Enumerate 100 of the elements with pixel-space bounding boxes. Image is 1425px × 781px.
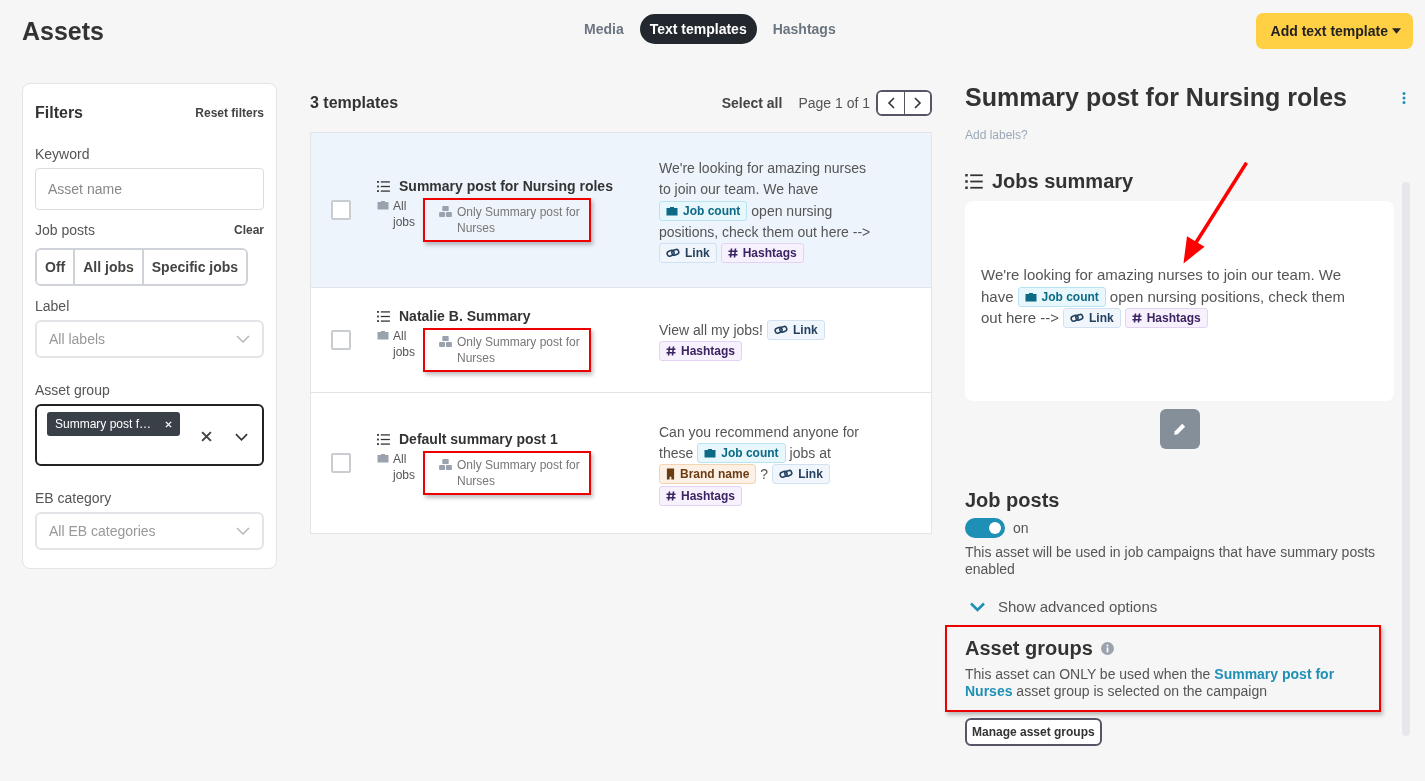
- row-checkbox[interactable]: [331, 330, 351, 350]
- preview-text: out here -->: [981, 307, 1059, 328]
- tab[interactable]: Media: [574, 14, 634, 44]
- chevron-down-icon[interactable]: [235, 433, 248, 441]
- clear-icon[interactable]: [201, 431, 212, 442]
- preview-text: Can you recommend anyone for: [659, 422, 859, 442]
- clear-link[interactable]: Clear: [233, 223, 264, 237]
- link-icon: [779, 469, 794, 480]
- preview-text: jobs at: [789, 444, 831, 463]
- list-icon: [377, 180, 390, 192]
- template-title: Default summary post 1: [399, 431, 558, 447]
- section-title: Jobs summary: [992, 170, 1134, 193]
- filters-title: Filters: [35, 104, 83, 122]
- previous-page-button[interactable]: [878, 92, 904, 114]
- tab[interactable]: Text templates: [639, 14, 757, 44]
- chevron-down-icon: [236, 335, 250, 343]
- briefcase-icon: [666, 205, 678, 216]
- remove-icon[interactable]: [165, 420, 173, 428]
- preview-text: positions, check them out here -->: [659, 222, 871, 242]
- section-title: Job posts: [965, 489, 1061, 512]
- page-title: Assets: [22, 16, 104, 46]
- preview-text: We're looking for amazing nurses to join our team. We: [981, 265, 1341, 286]
- brand-name-token: Brand name: [659, 464, 757, 485]
- hashtags-token: Hashtags: [659, 485, 743, 506]
- info-icon[interactable]: [1100, 642, 1114, 655]
- link-token: Link: [1062, 307, 1121, 328]
- hashtags-token: Hashtags: [659, 341, 743, 362]
- list-icon: [965, 174, 983, 189]
- select-all-link[interactable]: Select all: [721, 95, 783, 111]
- chevron-left-icon: [887, 97, 895, 109]
- hashtags-token: Hashtags: [1124, 307, 1208, 328]
- edit-button[interactable]: [1159, 409, 1200, 449]
- asset-groups-description: This asset can ONLY be used when the Summary post for Nurses asset group is selected on the campaign: [965, 666, 1336, 700]
- preview-text: these: [659, 444, 694, 463]
- template-row[interactable]: Summary post for Nursing roles All jobs Only Summary post for Nurses We're looking for amazing nurses to join our team. We have Job count open nursing positions, check them out here --> Link Hashtags: [311, 133, 931, 287]
- cubes-icon: [439, 336, 452, 347]
- preview-text: have: [981, 286, 1014, 307]
- selected-chip[interactable]: Summary post f…: [47, 412, 181, 436]
- jobs-scope: All jobs: [393, 328, 416, 360]
- asset-group-select[interactable]: Summary post f…: [35, 404, 264, 466]
- link-icon: [1069, 312, 1084, 323]
- briefcase-icon: [377, 200, 389, 210]
- briefcase-icon: [377, 330, 389, 340]
- list-icon: [377, 310, 390, 322]
- link-icon: [666, 248, 680, 259]
- link-token: Link: [767, 320, 825, 340]
- add-text-template-button[interactable]: Add text template: [1255, 13, 1413, 49]
- next-page-button[interactable]: [904, 92, 930, 114]
- caret-icon: [1392, 28, 1401, 34]
- preview-text: View all my jobs!: [659, 321, 763, 340]
- field-label: Label: [35, 298, 71, 314]
- preview-text: We're looking for amazing nurses: [659, 159, 867, 179]
- asset-group-label: Only Summary post for Nurses: [457, 204, 581, 236]
- field-label: Asset group: [35, 382, 111, 398]
- hashtags-token: Hashtags: [720, 243, 804, 264]
- preview-text: open nursing: [751, 201, 833, 221]
- link-token: Link: [772, 464, 830, 485]
- cubes-icon: [439, 459, 452, 470]
- tab[interactable]: Hashtags: [762, 14, 846, 44]
- cubes-icon: [439, 206, 452, 217]
- toggle-state: on: [1013, 520, 1029, 536]
- preview-text: ?: [760, 465, 769, 485]
- keyword-field[interactable]: Asset name: [35, 168, 264, 210]
- row-checkbox[interactable]: [331, 200, 351, 220]
- show-advanced-options-button[interactable]: Show advanced options: [965, 598, 1158, 615]
- link-token: Link: [659, 243, 717, 264]
- segment-button[interactable]: Off: [37, 250, 76, 284]
- field-label: Keyword: [35, 146, 91, 162]
- briefcase-icon: [377, 453, 389, 463]
- briefcase-icon: [704, 448, 717, 458]
- template-row[interactable]: Natalie B. Summary All jobs Only Summary post for Nurses View all my jobs! Link Hashtags: [311, 287, 931, 392]
- template-row[interactable]: Default summary post 1 All jobs Only Summary post for Nurses Can you recommend anyone for these Job count jobs at Brand name ? Link Hashtags: [311, 392, 931, 533]
- hash-icon: [1131, 312, 1142, 323]
- template-title: Natalie B. Summary: [399, 308, 531, 324]
- reset-filters-link[interactable]: Reset filters: [195, 106, 264, 120]
- manage-asset-groups-button[interactable]: Manage asset groups: [965, 718, 1102, 746]
- pencil-icon: [1172, 422, 1187, 436]
- jobs-scope: All jobs: [393, 198, 416, 230]
- chevron-down-icon: [969, 601, 986, 612]
- hash-icon: [727, 248, 738, 259]
- list-icon: [377, 433, 390, 445]
- chevron-right-icon: [913, 97, 922, 109]
- hash-icon: [666, 346, 676, 357]
- section-title: Asset groups: [965, 637, 1093, 660]
- job-posts-description: This asset will be used in job campaigns that have summary posts enabled: [965, 544, 1377, 578]
- jobs-scope: All jobs: [393, 451, 416, 483]
- job-count-token: Job count: [1017, 286, 1106, 307]
- briefcase-icon: [1024, 291, 1037, 302]
- job-posts-toggle[interactable]: [965, 518, 1005, 538]
- hash-icon: [666, 490, 676, 501]
- more-options-icon[interactable]: [1402, 91, 1406, 104]
- preview-text: to join our team. We have: [659, 180, 819, 200]
- template-title: Summary post for Nursing roles: [965, 83, 1348, 112]
- asset-group-label: Only Summary post for Nurses: [457, 457, 581, 489]
- page-indicator: Page 1 of 1: [798, 95, 870, 111]
- preview-text: open nursing positions, check them: [1109, 286, 1345, 307]
- job-count-token: Job count: [697, 443, 786, 463]
- field-label: Job posts: [35, 222, 95, 238]
- row-checkbox[interactable]: [331, 453, 351, 473]
- template-title: Summary post for Nursing roles: [399, 178, 613, 194]
